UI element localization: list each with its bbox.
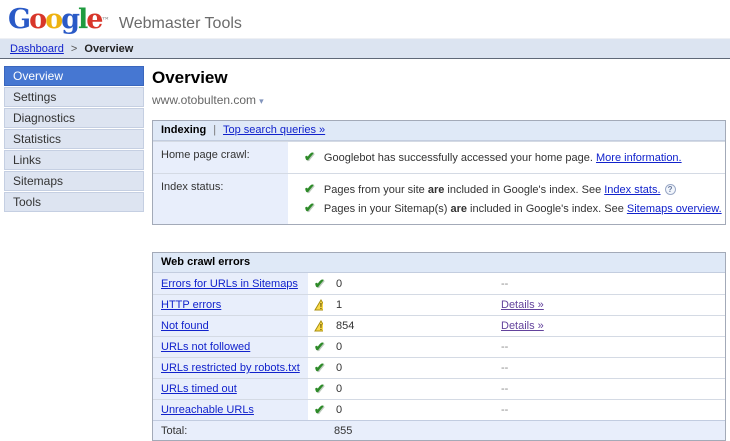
error-count: 0 [336,362,342,374]
status-line: ✔ Pages in your Sitemap(s) are included i… [304,200,722,216]
warning-icon: ! [314,320,323,332]
home-page-crawl-label: Home page crawl: [153,142,288,173]
google-logo: Google™ [8,4,109,35]
check-icon: ✔ [314,276,325,292]
no-details-dash: -- [501,383,508,395]
check-icon: ✔ [304,181,315,197]
table-row: URLs restricted by robots.txt ✔! 0 -- [153,357,725,378]
sidebar-nav: Overview Settings Diagnostics Statistics… [4,66,144,213]
breadcrumb-dashboard-link[interactable]: Dashboard [10,43,64,55]
sidebar-item-sitemaps[interactable]: Sitemaps [4,171,144,191]
status-icon-slot: ✔! [314,339,329,355]
table-row: URLs not followed ✔! 0 -- [153,336,725,357]
indexing-title: Indexing [161,124,206,136]
crawl-table-title: Web crawl errors [161,256,250,268]
indexing-header-separator: | [213,124,216,136]
more-information-link[interactable]: More information. [596,152,682,164]
svg-text:!: ! [320,323,323,332]
home-page-crawl-row: Home page crawl: ✔ Googlebot has successf… [153,141,725,173]
check-icon: ✔ [304,200,315,216]
status-text: included in Google's index. See [467,203,627,215]
indexing-section: Indexing | Top search queries » Home pag… [152,120,726,225]
total-row: Total: 855 [153,420,725,440]
error-count: 854 [336,320,354,332]
check-icon: ✔ [314,381,325,397]
check-icon: ✔ [314,339,325,355]
no-details-dash: -- [501,341,508,353]
help-icon[interactable]: ? [665,184,676,195]
index-stats-link[interactable]: Index stats. [604,184,660,196]
breadcrumb: Dashboard > Overview [0,38,730,59]
crawl-row-link-sitemap-errors[interactable]: Errors for URLs in Sitemaps [161,278,298,290]
crawl-table-header: Web crawl errors [153,253,725,273]
error-count: 0 [336,404,342,416]
sidebar-item-diagnostics[interactable]: Diagnostics [4,108,144,128]
status-icon-slot: ✔! [314,360,329,376]
site-domain: www.otobulten.com [152,93,256,107]
warning-icon: ! [314,299,323,311]
no-details-dash: -- [501,404,508,416]
details-link[interactable]: Details » [501,299,544,311]
status-text: included in Google's index. See [444,184,604,196]
status-icon-slot: ✔! [314,299,329,311]
sidebar-item-settings[interactable]: Settings [4,87,144,107]
details-link[interactable]: Details » [501,320,544,332]
crawl-row-link-not-followed[interactable]: URLs not followed [161,341,250,353]
error-count: 0 [336,341,342,353]
web-crawl-errors-section: Web crawl errors Errors for URLs in Site… [152,252,726,441]
table-row: Errors for URLs in Sitemaps ✔! 0 -- [153,273,725,294]
status-text: Pages from your site [324,184,428,196]
sidebar-item-statistics[interactable]: Statistics [4,129,144,149]
total-label: Total: [153,425,308,437]
top-search-queries-link[interactable]: Top search queries » [223,124,325,136]
status-icon-slot: ✔! [314,402,329,418]
index-status-row: Index status: ✔ Pages from your site are … [153,173,725,224]
no-details-dash: -- [501,362,508,374]
total-value: 855 [308,425,352,437]
status-text: Pages in your Sitemap(s) [324,203,451,215]
sidebar-item-tools[interactable]: Tools [4,192,144,212]
trademark-symbol: ™ [101,15,109,25]
svg-text:!: ! [320,302,323,311]
error-count: 1 [336,299,342,311]
check-icon: ✔ [304,149,315,165]
breadcrumb-current: Overview [84,43,133,55]
status-emphasis: are [450,203,467,215]
site-selector[interactable]: www.otobulten.com▾ [152,93,264,107]
indexing-section-header: Indexing | Top search queries » [153,121,725,141]
table-row: Not found ✔! 854 Details » [153,315,725,336]
crawl-row-link-http-errors[interactable]: HTTP errors [161,299,221,311]
check-icon: ✔ [314,360,325,376]
crawl-row-link-timed-out[interactable]: URLs timed out [161,383,237,395]
check-icon: ✔ [314,402,325,418]
status-line: ✔ Pages from your site are included in Go… [304,181,722,197]
sitemaps-overview-link[interactable]: Sitemaps overview. [627,203,722,215]
no-details-dash: -- [501,278,508,290]
table-row: HTTP errors ✔! 1 Details » [153,294,725,315]
crawl-row-link-unreachable[interactable]: Unreachable URLs [161,404,254,416]
chevron-down-icon: ▾ [259,96,264,106]
status-emphasis: are [428,184,445,196]
status-icon-slot: ✔! [314,381,329,397]
error-count: 0 [336,278,342,290]
index-status-label: Index status: [153,174,288,224]
page-title: Overview [152,68,726,88]
sidebar-item-links[interactable]: Links [4,150,144,170]
crawl-row-link-robots-restricted[interactable]: URLs restricted by robots.txt [161,362,300,374]
app-header: Google™ Webmaster Tools [0,0,730,38]
status-icon-slot: ✔! [314,276,329,292]
status-line: ✔ Googlebot has successfully accessed you… [304,149,682,165]
breadcrumb-separator: > [71,43,77,55]
status-text: Googlebot has successfully accessed your… [324,152,596,164]
status-icon-slot: ✔! [314,320,329,332]
table-row: Unreachable URLs ✔! 0 -- [153,399,725,420]
sidebar-item-overview[interactable]: Overview [4,66,144,86]
crawl-row-link-not-found[interactable]: Not found [161,320,209,332]
error-count: 0 [336,383,342,395]
table-row: URLs timed out ✔! 0 -- [153,378,725,399]
app-title: Webmaster Tools [119,15,242,32]
